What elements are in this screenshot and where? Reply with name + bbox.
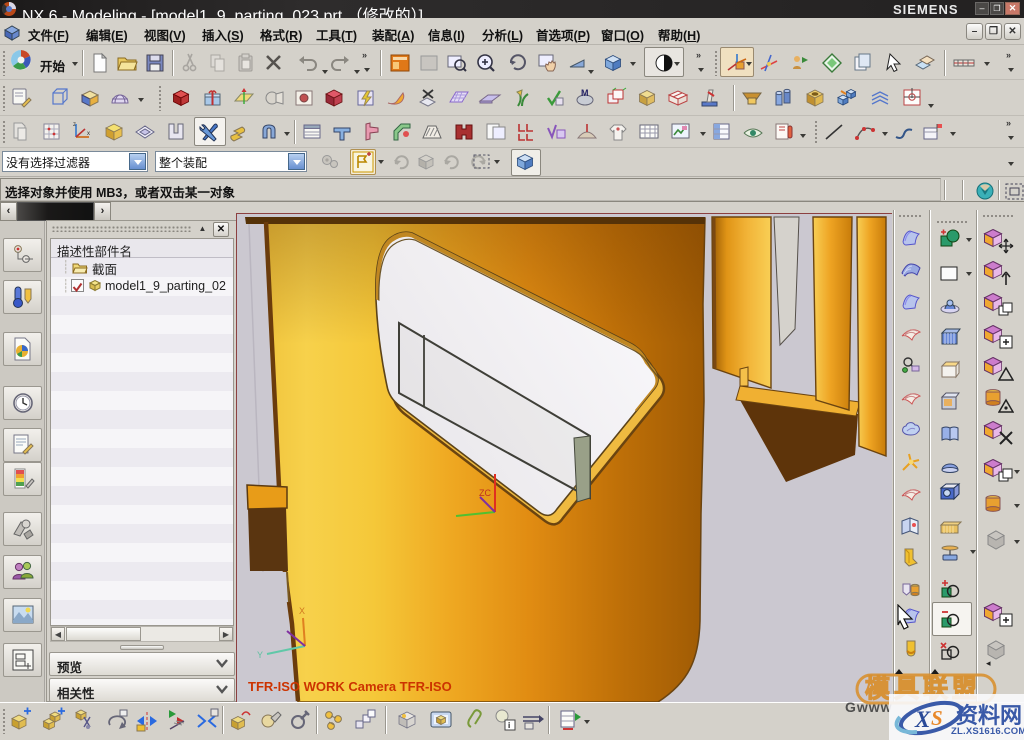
svg-text:TFR-ISO WORK Camera TFR-ISO: TFR-ISO WORK Camera TFR-ISO — [248, 679, 452, 694]
svg-text:ZC: ZC — [479, 488, 491, 498]
svg-text:X: X — [914, 707, 931, 732]
svg-text:z: z — [73, 122, 76, 128]
svg-text:x: x — [87, 131, 90, 137]
svg-text:M: M — [581, 88, 589, 98]
svg-text:i: i — [508, 721, 510, 730]
svg-text:S: S — [931, 706, 943, 730]
svg-text:X: X — [299, 606, 305, 616]
svg-text:Y: Y — [257, 650, 263, 660]
